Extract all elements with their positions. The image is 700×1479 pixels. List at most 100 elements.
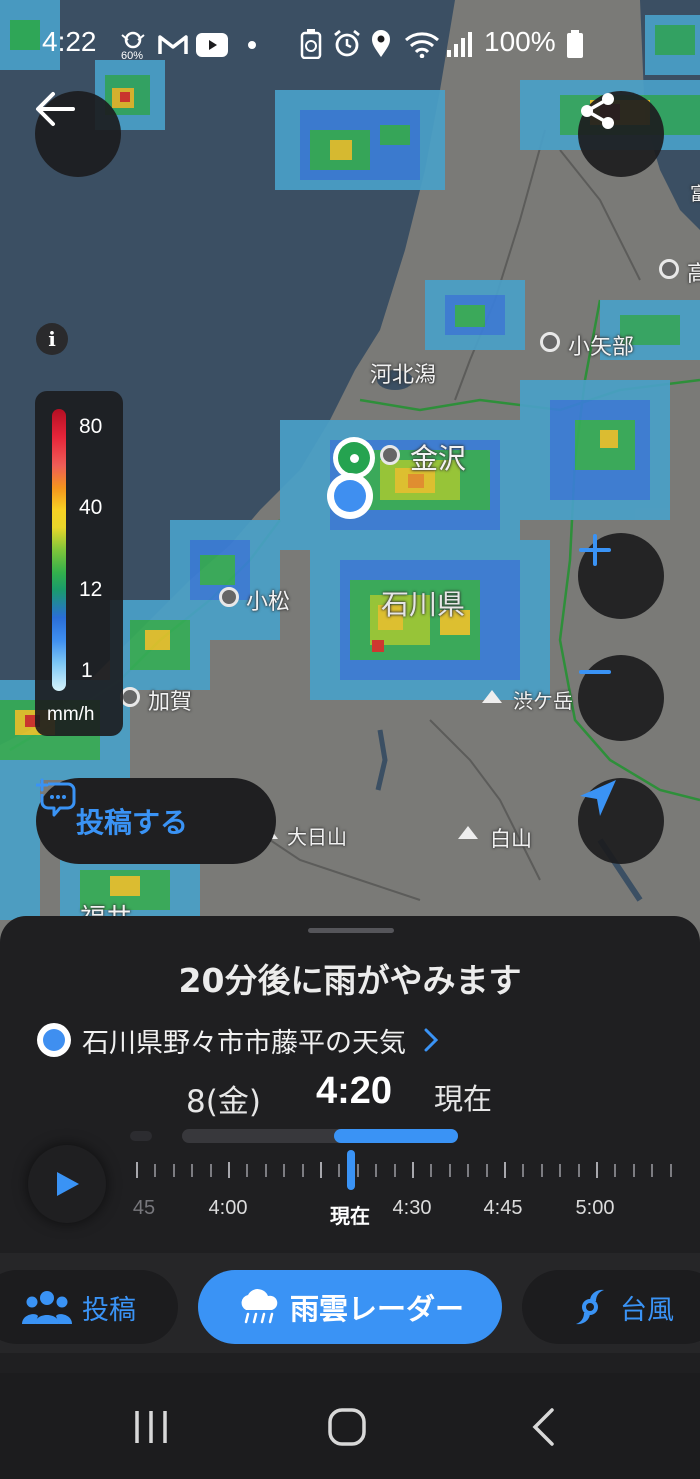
timeline-label: 4:00	[208, 1197, 248, 1219]
forecast-headline: 20分後に雨がやみます	[178, 961, 522, 1000]
zoom-in-icon	[579, 534, 611, 566]
info-icon[interactable]: i	[36, 323, 68, 355]
tab-rain-radar-label: 雨雲レーダー	[289, 1292, 464, 1326]
legend-color-scale	[52, 409, 66, 691]
battery-percent: 100%	[484, 26, 556, 57]
city-marker-kaga	[120, 687, 140, 707]
typhoon-icon	[576, 1289, 604, 1325]
timeline-tick	[301, 1164, 304, 1177]
map-label-komatsu: 小松	[246, 590, 291, 615]
home-icon[interactable]	[327, 1407, 367, 1447]
timeline-tick	[540, 1164, 543, 1177]
play-button[interactable]	[28, 1145, 106, 1223]
timeline-tick	[228, 1162, 230, 1178]
forecast-time: 4:20	[316, 1070, 393, 1112]
recent-apps-icon[interactable]	[133, 1409, 169, 1445]
wifi-icon	[405, 32, 439, 58]
chevron-right-icon	[424, 1028, 438, 1052]
timeline-scrubber[interactable]: 45 4:00 現在 4:30 4:45 5:00	[120, 1150, 700, 1234]
timeline-tick	[136, 1162, 138, 1178]
timeline-tick	[632, 1164, 635, 1177]
timeline-tick	[338, 1164, 341, 1177]
map-label-takaoka: 高	[687, 262, 700, 287]
back-icon	[36, 92, 75, 126]
timeline-tick	[559, 1164, 562, 1177]
legend-tick-80: 80	[79, 415, 103, 438]
tab-posts[interactable]: 投稿	[0, 1270, 178, 1344]
map-label-obamidake: 渋ケ岳	[513, 689, 573, 713]
back-button[interactable]	[35, 91, 121, 177]
radar-map[interactable]: 河北潟 金沢 小松 加賀 石川県 小矢部 高 富 渋ケ岳 白山 大日山 福井 4…	[0, 0, 700, 960]
progress-ghost	[130, 1131, 152, 1141]
status-time: 4:22	[42, 26, 97, 57]
post-button-label: 投稿する	[76, 806, 189, 839]
timeline-tick	[448, 1164, 451, 1177]
timeline-tick	[320, 1162, 322, 1178]
tab-rain-radar[interactable]: 雨雲レーダー	[198, 1270, 502, 1344]
timeline-tick	[375, 1164, 378, 1177]
people-icon	[22, 1291, 72, 1324]
map-label-partial-right: 富	[690, 184, 700, 205]
timeline-tick	[172, 1164, 175, 1177]
legend-tick-1: 1	[81, 659, 93, 682]
legend-tick-40: 40	[79, 496, 103, 519]
alarm-icon	[334, 29, 360, 57]
map-label-kaga: 加賀	[148, 690, 193, 715]
forecast-date: 8(金)	[186, 1084, 261, 1120]
timeline-tick	[504, 1162, 506, 1178]
feature-tab-bar: 投稿 雨雲レーダー 台風	[0, 1253, 700, 1353]
timeline-label: 45	[132, 1197, 156, 1219]
timeline-label: 5:00	[575, 1197, 615, 1219]
my-location-button[interactable]	[578, 778, 664, 864]
dot-icon	[248, 41, 256, 49]
forecast-progress-fill	[334, 1129, 458, 1143]
timeline-tick	[356, 1164, 359, 1177]
youtube-icon	[196, 33, 228, 57]
timeline-tick	[283, 1164, 286, 1177]
location-name: 石川県野々市市藤平の天気	[82, 1027, 406, 1059]
pin-icon	[338, 442, 370, 474]
timeline-tick	[614, 1164, 617, 1177]
post-button[interactable]: 投稿する	[36, 778, 276, 864]
forecast-now-label: 現在	[434, 1082, 493, 1116]
current-location-marker	[327, 473, 373, 519]
battery-icon	[567, 30, 583, 58]
timeline-tick	[191, 1164, 194, 1177]
timeline-tick	[522, 1164, 525, 1177]
timeline-tick	[154, 1164, 157, 1177]
system-back-icon[interactable]	[530, 1407, 556, 1447]
map-label-ishikawa: 石川県	[381, 588, 466, 621]
sheet-drag-handle[interactable]	[308, 928, 394, 933]
timeline-cursor[interactable]	[347, 1150, 355, 1190]
city-marker-komatsu	[219, 587, 239, 607]
timeline-tick	[264, 1164, 267, 1177]
legend-tick-12: 12	[79, 578, 103, 601]
gmail-icon	[158, 35, 188, 54]
legend-unit: mm/h	[47, 704, 95, 725]
timeline-tick	[412, 1162, 414, 1178]
zoom-out-button[interactable]	[578, 655, 664, 741]
rain-legend: 80 40 12 1 mm/h	[35, 391, 123, 736]
tab-posts-label: 投稿	[82, 1294, 136, 1326]
tab-typhoon-label: 台風	[620, 1294, 674, 1326]
timeline-tick	[393, 1164, 396, 1177]
zoom-out-icon	[579, 670, 611, 674]
tab-typhoon[interactable]: 台風	[522, 1270, 700, 1344]
timeline-tick	[246, 1164, 249, 1177]
location-weather-link[interactable]: 石川県野々市市藤平の天気	[37, 1020, 438, 1060]
data-saver-badge: 60%	[121, 50, 144, 62]
city-marker-kanazawa	[380, 445, 400, 465]
map-label-kanazawa: 金沢	[410, 442, 467, 475]
timeline-tick	[430, 1164, 433, 1177]
timeline-label-now: 現在	[330, 1204, 370, 1228]
signal-icon	[447, 32, 472, 57]
city-marker-oyabe	[540, 332, 560, 352]
zoom-in-button[interactable]	[578, 533, 664, 619]
location-dot-icon	[37, 1023, 71, 1057]
share-button[interactable]	[578, 91, 664, 177]
battery-saver-icon	[300, 29, 322, 59]
city-marker-takaoka	[659, 259, 679, 279]
mountain-icon	[458, 826, 478, 839]
my-location-icon	[580, 780, 616, 816]
rain-cloud-icon	[241, 1289, 278, 1324]
